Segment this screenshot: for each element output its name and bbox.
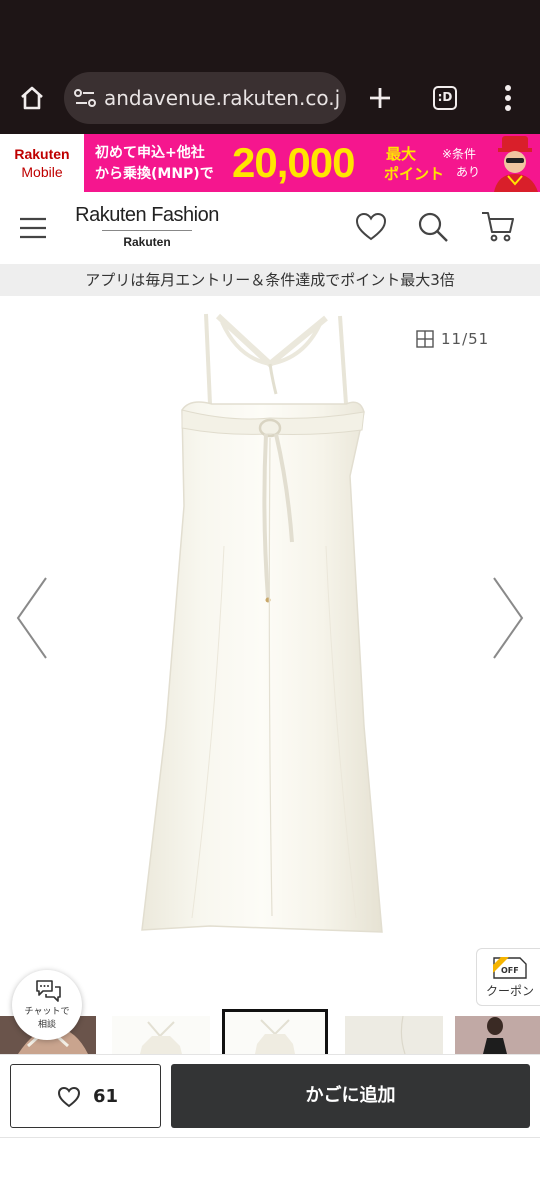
hamburger-menu-icon[interactable] — [16, 212, 50, 244]
search-icon[interactable] — [416, 210, 450, 244]
chat-consult-button[interactable]: チャットで 相談 — [12, 970, 82, 1040]
thumbnail-item[interactable] — [345, 1016, 443, 1054]
thumbnail-image — [140, 1021, 182, 1054]
thumbnail-item[interactable] — [112, 1016, 210, 1054]
thumbnail-image — [455, 1016, 540, 1054]
banner-text-line-1: 初めて申込+他社 — [95, 145, 205, 161]
logo-line-1: Rakuten — [14, 146, 70, 162]
status-bar — [0, 0, 540, 64]
plus-icon — [370, 88, 390, 108]
url-text[interactable]: andavenue.rakuten.co.jp — [104, 84, 340, 112]
logo-line-2: Mobile — [21, 164, 63, 180]
tab-count-label: :D — [433, 86, 457, 110]
app-campaign-notice[interactable]: アプリは毎月エントリー＆条件達成でポイント最大3倍 — [0, 264, 540, 296]
thumbnail-item-selected[interactable] — [222, 1009, 328, 1054]
coupon-tag-icon: OFF — [493, 957, 527, 979]
brand-divider — [102, 230, 192, 231]
chat-label-line-2: 相談 — [37, 1020, 56, 1030]
banner-text-line-2: から乗換(MNP)で — [95, 166, 214, 182]
image-counter[interactable]: 11/51 — [416, 328, 506, 350]
promo-banner[interactable]: Rakuten Mobile 初めて申込+他社 から乗換(MNP)で 20,00… — [0, 134, 540, 192]
thumbnail-item[interactable] — [455, 1016, 540, 1054]
product-image-gallery[interactable]: 11/51 OFF クーポン — [0, 296, 540, 1008]
rakuten-mobile-logo: Rakuten Mobile — [0, 134, 84, 192]
previous-image-arrow-icon[interactable] — [12, 576, 52, 660]
banner-condition-line-1: ※条件 — [442, 147, 477, 161]
cart-icon[interactable] — [480, 208, 516, 244]
site-logo[interactable]: Rakuten Fashion Rakuten — [66, 202, 228, 254]
browser-menu-button[interactable] — [490, 78, 526, 118]
brand-sub: Rakuten — [123, 235, 171, 249]
home-icon — [21, 86, 43, 110]
favorite-button[interactable]: 61 — [10, 1064, 161, 1128]
new-tab-button[interactable] — [360, 78, 400, 118]
address-bar[interactable]: andavenue.rakuten.co.jp — [64, 72, 346, 124]
favorites-heart-icon[interactable] — [354, 210, 388, 244]
add-to-cart-button[interactable]: かごに追加 — [171, 1064, 530, 1128]
browser-toolbar: andavenue.rakuten.co.jp :D — [0, 64, 540, 134]
thumbnail-image — [345, 1016, 443, 1054]
favorite-count: 61 — [93, 1086, 119, 1107]
home-button[interactable] — [12, 78, 52, 118]
chat-label-line-1: チャットで — [24, 1007, 70, 1017]
svg-text:OFF: OFF — [501, 966, 519, 975]
mascot-person-image — [494, 136, 538, 192]
brand-name: Rakuten Fashion — [75, 204, 219, 226]
tab-switcher-button[interactable]: :D — [427, 80, 463, 116]
thumbnail-image — [255, 1019, 295, 1054]
heart-icon — [57, 1086, 81, 1108]
grid-view-icon — [416, 330, 434, 348]
product-dress-image[interactable] — [120, 306, 420, 946]
chat-bubble-icon — [36, 980, 61, 1002]
more-vertical-icon — [505, 85, 511, 111]
coupon-tab[interactable]: OFF クーポン — [476, 948, 540, 1006]
banner-point-label: ポイント — [384, 165, 445, 183]
banner-point-amount: 20,000 — [232, 139, 355, 186]
coupon-label: クーポン — [485, 984, 534, 998]
next-image-arrow-icon[interactable] — [488, 576, 528, 660]
banner-max-label: 最大 — [386, 145, 417, 163]
bottom-action-bar: 61 かごに追加 — [0, 1054, 540, 1138]
site-header: Rakuten Fashion Rakuten — [0, 192, 540, 264]
banner-condition-line-2: あり — [456, 165, 481, 179]
image-counter-text: 11/51 — [441, 330, 490, 348]
site-settings-icon[interactable] — [72, 86, 98, 110]
